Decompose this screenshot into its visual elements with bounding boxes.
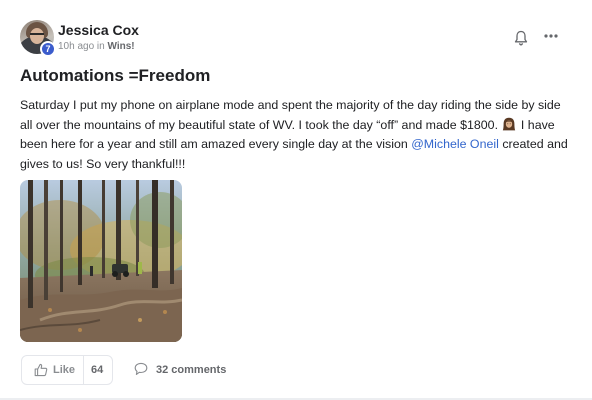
- woman-emoji-icon: [502, 117, 516, 131]
- post-meta: 10h ago in Wins!: [58, 41, 135, 52]
- like-count[interactable]: 64: [91, 364, 103, 376]
- like-label: Like: [53, 364, 76, 376]
- level-badge: 7: [40, 41, 56, 57]
- bell-icon[interactable]: [514, 30, 528, 46]
- post-photo[interactable]: [20, 180, 182, 342]
- like-button[interactable]: Like 64: [21, 355, 113, 385]
- thumbs-up-icon: [34, 363, 48, 377]
- author-avatar[interactable]: 7: [20, 20, 56, 57]
- comment-bubble-icon: [134, 362, 148, 375]
- mention-link[interactable]: @Michele Oneil: [411, 137, 499, 151]
- post-category[interactable]: Wins!: [108, 41, 135, 52]
- post-card: 7 Jessica Cox 10h ago in Wins! Automatio…: [0, 0, 592, 400]
- post-body-part1: Saturday I put my phone on airplane mode…: [20, 98, 561, 132]
- comments-label: 32 comments: [156, 364, 227, 376]
- more-options-icon[interactable]: [543, 28, 559, 44]
- like-divider: [83, 356, 84, 384]
- post-time: 10h ago in: [58, 41, 105, 52]
- post-body: Saturday I put my phone on airplane mode…: [20, 96, 568, 174]
- post-title: Automations =Freedom: [20, 66, 211, 85]
- author-name[interactable]: Jessica Cox: [58, 22, 139, 38]
